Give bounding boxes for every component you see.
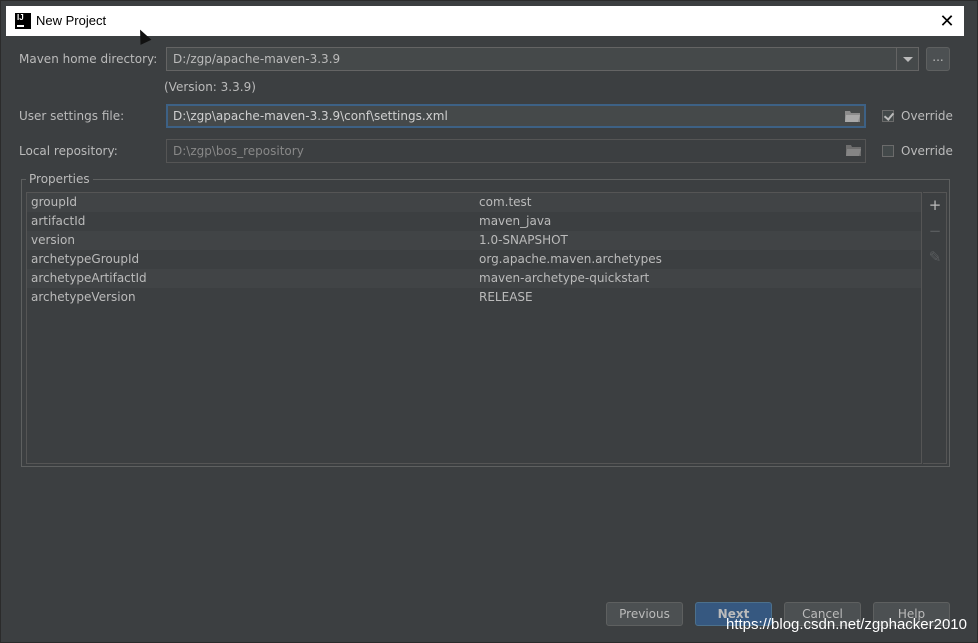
- window-title: New Project: [36, 13, 107, 28]
- maven-home-combobox[interactable]: D:/zgp/apache-maven-3.3.9: [166, 47, 919, 71]
- property-value: maven_java: [479, 214, 552, 228]
- folder-icon[interactable]: [845, 110, 860, 122]
- property-key: archetypeVersion: [31, 290, 136, 304]
- checkbox-unchecked-icon[interactable]: [882, 145, 894, 157]
- properties-title: Properties: [26, 172, 93, 186]
- new-project-dialog: IJ New Project ✕ Maven home directory: D…: [0, 0, 978, 643]
- properties-toolbar: + − ✎: [923, 192, 947, 464]
- properties-table: groupId com.test artifactId maven_java v…: [26, 192, 922, 464]
- table-row[interactable]: groupId com.test: [27, 193, 921, 212]
- add-icon[interactable]: +: [923, 193, 947, 217]
- local-repo-override-checkbox[interactable]: Override: [882, 143, 953, 159]
- table-row[interactable]: archetypeVersion RELEASE: [27, 288, 921, 307]
- properties-group: Properties groupId com.test artifactId m…: [21, 172, 950, 467]
- folder-icon[interactable]: [846, 144, 861, 156]
- close-icon[interactable]: ✕: [936, 10, 958, 32]
- user-settings-value: D:\zgp\apache-maven-3.3.9\conf\settings.…: [173, 109, 448, 123]
- property-value: maven-archetype-quickstart: [479, 271, 650, 285]
- property-value: RELEASE: [479, 290, 533, 304]
- maven-home-label: Maven home directory:: [19, 52, 158, 66]
- local-repo-input[interactable]: D:\zgp\bos_repository: [166, 139, 866, 163]
- local-repo-label: Local repository:: [19, 144, 118, 158]
- maven-home-browse-button[interactable]: ...: [926, 47, 950, 71]
- user-settings-override-label: Override: [901, 109, 953, 123]
- property-value: org.apache.maven.archetypes: [479, 252, 662, 266]
- title-bar: IJ New Project ✕: [6, 6, 964, 36]
- property-value: com.test: [479, 195, 532, 209]
- table-row[interactable]: artifactId maven_java: [27, 212, 921, 231]
- watermark-text: https://blog.csdn.net/zgphacker2010: [726, 616, 967, 633]
- property-key: groupId: [31, 195, 78, 209]
- chevron-down-icon[interactable]: [896, 48, 918, 70]
- property-key: version: [31, 233, 75, 247]
- checkbox-checked-icon[interactable]: [882, 110, 894, 122]
- user-settings-override-checkbox[interactable]: Override: [882, 108, 953, 124]
- edit-pencil-icon[interactable]: ✎: [923, 245, 947, 269]
- user-settings-label: User settings file:: [19, 109, 125, 123]
- maven-home-value: D:/zgp/apache-maven-3.3.9: [173, 52, 341, 66]
- property-key: artifactId: [31, 214, 86, 228]
- property-key: archetypeGroupId: [31, 252, 140, 266]
- table-row[interactable]: archetypeArtifactId maven-archetype-quic…: [27, 269, 921, 288]
- previous-button[interactable]: Previous: [606, 602, 683, 626]
- maven-version-note: (Version: 3.3.9): [164, 80, 256, 94]
- local-repo-override-label: Override: [901, 144, 953, 158]
- remove-icon[interactable]: −: [923, 219, 947, 243]
- table-row[interactable]: archetypeGroupId org.apache.maven.archet…: [27, 250, 921, 269]
- user-settings-input[interactable]: D:\zgp\apache-maven-3.3.9\conf\settings.…: [166, 104, 866, 128]
- property-value: 1.0-SNAPSHOT: [479, 233, 568, 247]
- table-row[interactable]: version 1.0-SNAPSHOT: [27, 231, 921, 250]
- local-repo-value: D:\zgp\bos_repository: [173, 144, 304, 158]
- property-key: archetypeArtifactId: [31, 271, 147, 285]
- intellij-app-icon: IJ: [15, 13, 31, 29]
